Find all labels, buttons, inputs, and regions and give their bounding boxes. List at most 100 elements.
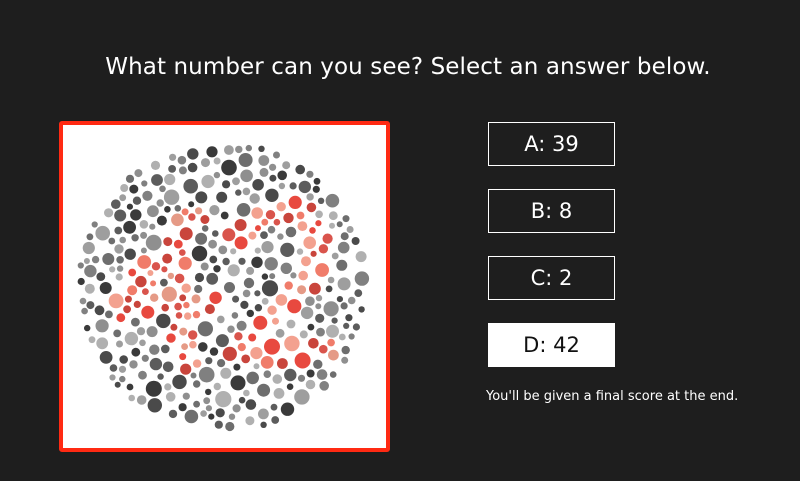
- plate-background-dot: [271, 416, 280, 424]
- plate-background-dot: [197, 321, 213, 337]
- plate-figure-dot: [162, 253, 173, 264]
- plate-background-dot: [243, 277, 255, 289]
- plate-background-dot: [245, 144, 252, 152]
- plate-figure-dot: [147, 270, 154, 276]
- plate-background-dot: [183, 178, 198, 194]
- plate-background-dot: [236, 320, 247, 331]
- plate-background-dot: [205, 405, 212, 412]
- plate-background-dot: [337, 277, 351, 291]
- plate-figure-dot: [127, 285, 138, 296]
- answer-button-c[interactable]: C: 2: [488, 256, 615, 300]
- plate-background-dot: [138, 370, 147, 380]
- plate-background-dot: [306, 170, 314, 178]
- plate-figure-dot: [174, 302, 182, 311]
- plate-background-dot: [238, 257, 246, 265]
- plate-background-dot: [348, 333, 355, 340]
- plate-background-dot: [156, 313, 171, 329]
- plate-figure-dot: [251, 207, 263, 219]
- plate-background-dot: [131, 234, 139, 242]
- plate-background-dot: [115, 273, 123, 281]
- plate-background-dot: [341, 345, 350, 355]
- plate-figure-dot: [173, 239, 183, 249]
- plate-background-dot: [109, 266, 116, 273]
- plate-background-dot: [346, 226, 354, 233]
- plate-figure-dot: [135, 275, 147, 288]
- plate-background-dot: [236, 203, 251, 217]
- plate-background-dot: [225, 421, 235, 432]
- plate-figure-dot: [301, 256, 311, 267]
- plate-background-dot: [95, 225, 110, 241]
- plate-figure-dot: [288, 195, 302, 209]
- plate-background-dot: [149, 357, 163, 371]
- plate-background-dot: [213, 171, 221, 179]
- plate-background-dot: [280, 242, 295, 257]
- plate-background-dot: [128, 394, 135, 402]
- plate-background-dot: [352, 323, 360, 331]
- plate-background-dot: [94, 305, 105, 316]
- plate-background-dot: [323, 301, 339, 317]
- plate-figure-dot: [150, 293, 159, 302]
- plate-figure-dot: [192, 310, 201, 319]
- plate-background-dot: [240, 169, 253, 183]
- plate-background-dot: [243, 389, 250, 397]
- plate-background-dot: [263, 370, 272, 378]
- plate-background-dot: [124, 248, 136, 260]
- plate-background-dot: [282, 161, 291, 170]
- plate-background-dot: [119, 236, 126, 244]
- plate-figure-dot: [328, 349, 339, 361]
- plate-figure-dot: [116, 313, 126, 323]
- plate-background-dot: [253, 363, 260, 370]
- plate-background-dot: [235, 145, 243, 154]
- plate-background-dot: [150, 160, 161, 170]
- plate-figure-dot: [260, 356, 274, 369]
- plate-background-dot: [315, 303, 322, 310]
- plate-background-dot: [205, 357, 213, 365]
- answer-button-d[interactable]: D: 42: [488, 323, 615, 367]
- plate-background-dot: [141, 354, 149, 362]
- plate-background-dot: [315, 210, 323, 219]
- plate-figure-dot: [183, 301, 190, 309]
- plate-figure-dot: [178, 256, 192, 270]
- plate-background-dot: [300, 306, 314, 320]
- plate-background-dot: [261, 297, 269, 305]
- plate-background-dot: [159, 185, 166, 193]
- plate-background-dot: [341, 356, 349, 364]
- plate-figure-dot: [171, 213, 184, 227]
- plate-background-dot: [315, 313, 325, 323]
- plate-figure-dot: [309, 227, 316, 234]
- plate-background-dot: [201, 225, 209, 232]
- plate-background-dot: [105, 310, 113, 319]
- plate-background-dot: [164, 206, 171, 213]
- plate-figure-dot: [167, 272, 175, 280]
- plate-background-dot: [213, 382, 221, 391]
- plate-figure-dot: [310, 250, 317, 257]
- plate-background-dot: [131, 317, 140, 327]
- plate-figure-dot: [181, 208, 189, 216]
- plate-background-dot: [136, 327, 146, 336]
- answer-button-b[interactable]: B: 8: [488, 189, 615, 233]
- answer-button-a[interactable]: A: 39: [488, 122, 615, 166]
- final-score-note: You'll be given a final score at the end…: [486, 389, 739, 404]
- plate-background-dot: [129, 360, 138, 369]
- plate-background-dot: [246, 371, 259, 385]
- plate-figure-dot: [209, 291, 222, 304]
- plate-background-dot: [222, 257, 230, 266]
- plate-figure-dot: [181, 283, 191, 293]
- plate-background-dot: [194, 272, 205, 283]
- plate-background-dot: [147, 205, 159, 218]
- plate-background-dot: [178, 166, 187, 175]
- plate-background-dot: [120, 184, 129, 192]
- plate-background-dot: [215, 334, 229, 348]
- plate-background-dot: [220, 367, 232, 379]
- plate-background-dot: [347, 296, 356, 305]
- plate-background-dot: [319, 381, 330, 391]
- plate-background-dot: [232, 404, 241, 413]
- plate-figure-dot: [250, 347, 263, 360]
- plate-background-dot: [149, 344, 160, 355]
- plate-figure-dot: [319, 344, 328, 354]
- plate-background-dot: [338, 333, 346, 341]
- plate-background-dot: [200, 262, 209, 271]
- plate-background-dot: [86, 233, 94, 241]
- answer-options: A: 39 B: 8 C: 2 D: 42: [488, 122, 615, 390]
- plate-background-dot: [217, 315, 225, 324]
